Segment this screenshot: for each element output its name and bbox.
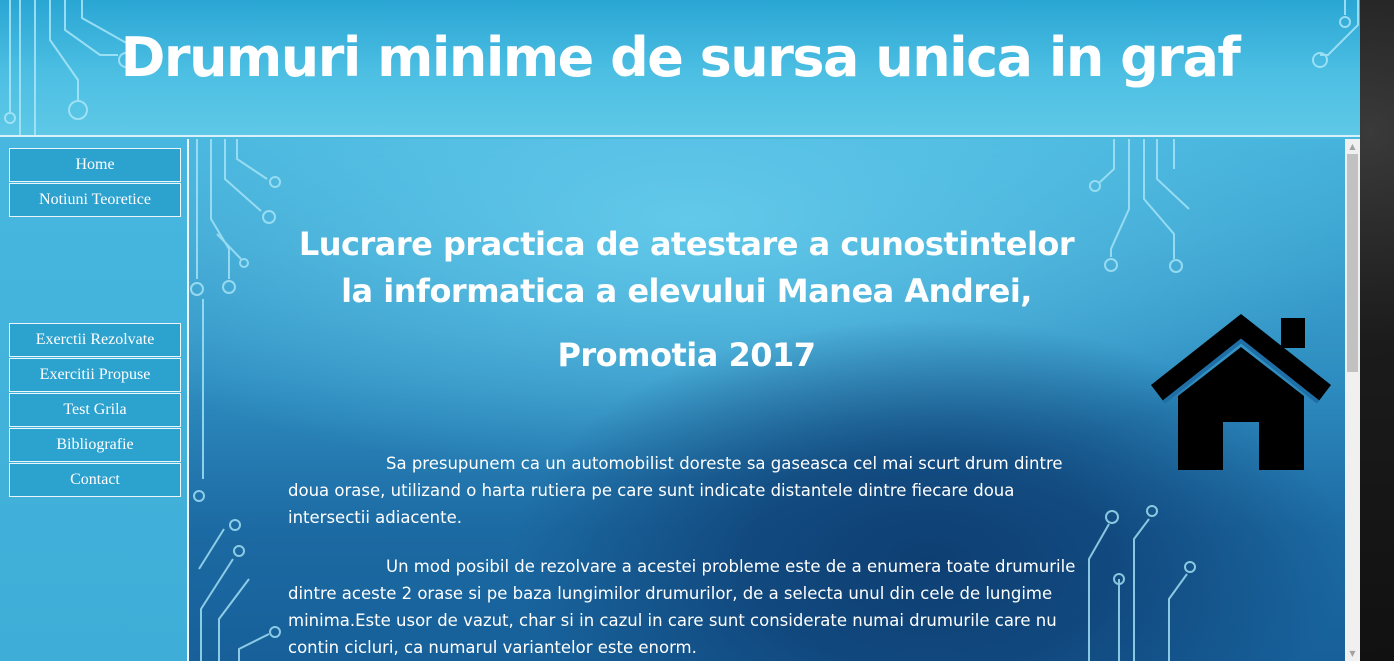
method-paragraph: Un mod posibil de rezolvare a acestei pr… bbox=[288, 553, 1090, 661]
page: Drumuri minime de sursa unica in graf Ho… bbox=[0, 0, 1360, 661]
method-paragraph-text: Un mod posibil de rezolvare a acestei pr… bbox=[288, 557, 1076, 657]
nav-group-top: Home Notiuni Teoretice bbox=[9, 148, 181, 218]
header-banner: Drumuri minime de sursa unica in graf bbox=[0, 0, 1360, 137]
heading-line-1: Lucrare practica de atestare a cunostint… bbox=[298, 225, 1075, 263]
page-background-edge bbox=[1360, 0, 1394, 661]
site-title: Drumuri minime de sursa unica in graf bbox=[120, 26, 1241, 89]
home-icon[interactable] bbox=[1148, 310, 1334, 472]
nav-bibliografie-button[interactable]: Bibliografie bbox=[9, 428, 181, 462]
nav-test-grila-button[interactable]: Test Grila bbox=[9, 393, 181, 427]
heading-promotion: Promotia 2017 bbox=[557, 336, 816, 374]
nav-home-button[interactable]: Home bbox=[9, 148, 181, 182]
scroll-up-arrow-icon[interactable]: ▲ bbox=[1345, 139, 1360, 154]
nav-notiuni-teoretice-button[interactable]: Notiuni Teoretice bbox=[9, 183, 181, 217]
main-content: Lucrare practica de atestare a cunostint… bbox=[189, 139, 1345, 661]
content-scrollbar[interactable]: ▲ ▼ bbox=[1345, 139, 1360, 661]
heading-line-2: la informatica a elevului Manea Andrei, bbox=[341, 272, 1032, 310]
sidebar-nav: Home Notiuni Teoretice Exerctii Rezolvat… bbox=[0, 139, 187, 661]
nav-contact-button[interactable]: Contact bbox=[9, 463, 181, 497]
intro-paragraph-text: Sa presupunem ca un automobilist doreste… bbox=[288, 454, 1063, 527]
scrollbar-thumb[interactable] bbox=[1347, 154, 1358, 372]
intro-paragraph: Sa presupunem ca un automobilist doreste… bbox=[288, 450, 1088, 531]
scroll-down-arrow-icon[interactable]: ▼ bbox=[1345, 646, 1360, 661]
nav-group-bottom: Exerctii Rezolvate Exercitii Propuse Tes… bbox=[9, 323, 181, 498]
circuit-decoration-content-left bbox=[190, 139, 281, 661]
nav-exercitii-propuse-button[interactable]: Exercitii Propuse bbox=[9, 358, 181, 392]
nav-exercitii-rezolvate-button[interactable]: Exerctii Rezolvate bbox=[9, 323, 181, 357]
page-heading: Lucrare practica de atestare a cunostint… bbox=[229, 221, 1144, 379]
